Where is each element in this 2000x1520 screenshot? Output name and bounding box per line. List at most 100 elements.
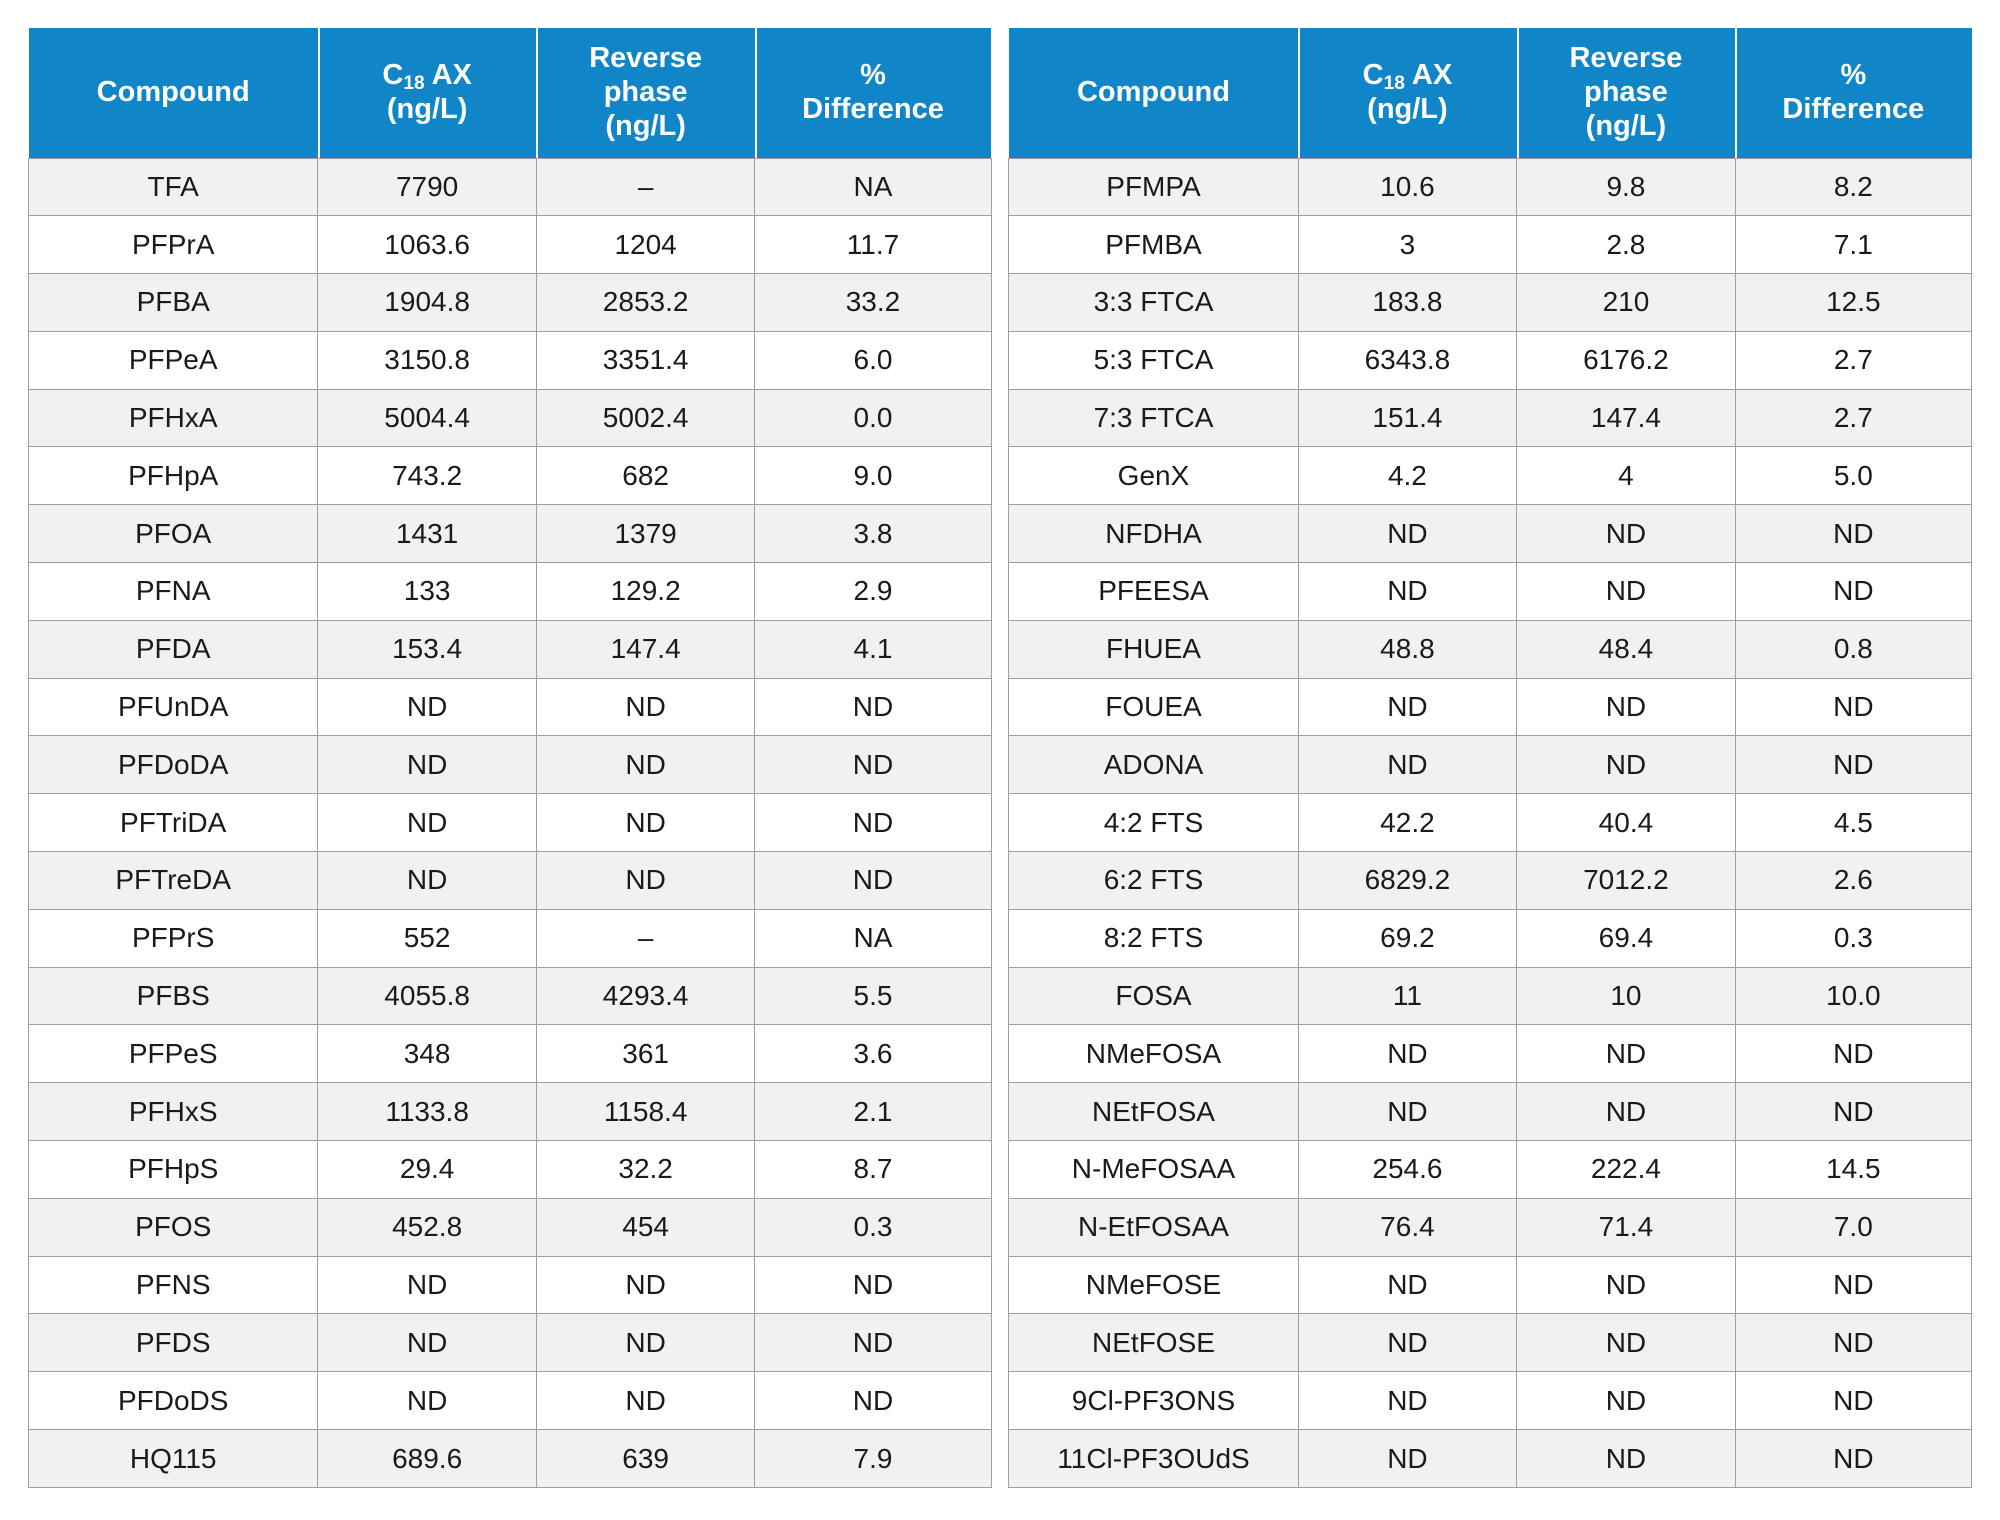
cell-left-reverse-phase: –	[535, 157, 756, 217]
cell-right-reverse-phase: 4	[1516, 446, 1736, 506]
cell-right-pct-difference: 2.6	[1734, 851, 1973, 910]
cell-right-compound: 3:3 FTCA	[1008, 273, 1299, 332]
cell-right-c18ax: ND	[1297, 1371, 1518, 1431]
table-row: TFA 7790– NA PFMPA 10.6 9.8 8.2	[27, 157, 1973, 217]
cell-right-pct-difference: ND	[1734, 735, 1973, 795]
cell-right-pct-difference: 12.5	[1734, 273, 1973, 332]
cell-left-reverse-phase: 129.2	[535, 562, 756, 621]
table-row: PFHxA 5004.4 5002.4 0.0 7:3 FTCA 151.4 147.4 2.…	[27, 388, 1973, 448]
cell-right-pct-difference: ND	[1734, 562, 1973, 621]
pfas-comparison-table: Compound C18 AX (ng/L) Reverse phase (ng/L)…	[27, 28, 1973, 1488]
cell-right-pct-difference: 14.5	[1734, 1140, 1973, 1199]
cell-column-gap	[990, 1198, 1010, 1257]
cell-right-reverse-phase: ND	[1516, 1255, 1736, 1315]
cell-column-gap	[990, 851, 1010, 910]
header-pct-difference-left-label: % Difference	[802, 59, 944, 125]
cell-left-reverse-phase: 1204	[535, 215, 756, 275]
cell-left-reverse-phase: 454	[535, 1197, 756, 1257]
cell-left-pct-difference: 8.7	[754, 1140, 992, 1199]
cell-column-gap	[990, 1371, 1010, 1430]
cell-right-c18ax: ND	[1297, 1255, 1518, 1315]
cell-left-reverse-phase: 682	[535, 446, 756, 506]
cell-right-c18ax: ND	[1297, 677, 1518, 737]
cell-right-reverse-phase: 147.4	[1516, 388, 1736, 448]
header-c18ax-right-label: C18 AX (ng/L)	[1362, 59, 1453, 125]
table-row: PFNS ND ND ND NMeFOSE ND ND ND	[27, 1255, 1973, 1315]
cell-right-reverse-phase: ND	[1516, 735, 1736, 795]
header-compound-left-label: Compound	[96, 75, 250, 108]
cell-right-reverse-phase: 210	[1516, 273, 1736, 332]
cell-right-pct-difference: ND	[1734, 1313, 1973, 1373]
cell-right-compound: NEtFOSA	[1008, 1082, 1299, 1142]
cell-right-c18ax: 183.8	[1297, 273, 1518, 332]
cell-left-reverse-phase: 4293.4	[535, 966, 756, 1026]
cell-right-c18ax: 76.4	[1297, 1197, 1518, 1257]
cell-right-pct-difference: 2.7	[1734, 330, 1973, 390]
cell-right-compound: GenX	[1008, 446, 1299, 506]
cell-column-gap	[990, 1429, 1010, 1488]
cell-right-reverse-phase: ND	[1516, 1082, 1736, 1142]
header-c18ax-right: C18 AX (ng/L)	[1298, 28, 1517, 158]
cell-left-pct-difference: 33.2	[754, 273, 992, 332]
cell-column-gap	[990, 1256, 1010, 1314]
cell-left-compound: HQ115	[27, 1429, 319, 1488]
table-row: PFDoDS ND ND ND 9Cl-PF3ONS ND ND ND	[27, 1371, 1973, 1431]
cell-right-pct-difference: 2.7	[1734, 388, 1973, 448]
cell-left-reverse-phase: ND	[535, 851, 756, 910]
cell-column-gap	[990, 215, 1010, 274]
cell-right-reverse-phase: 7012.2	[1516, 851, 1736, 910]
cell-column-gap	[990, 967, 1010, 1025]
cell-column-gap	[990, 562, 1010, 621]
cell-right-compound: PFEESA	[1008, 562, 1299, 621]
cell-left-compound: PFDA	[27, 619, 319, 679]
cell-right-pct-difference: ND	[1734, 1024, 1973, 1084]
table-row: PFTreDA ND ND ND 6:2 FTS 6829.2 7012.2 2.6	[27, 851, 1973, 910]
cell-left-reverse-phase: –	[535, 908, 756, 968]
cell-left-compound: PFNS	[27, 1255, 319, 1315]
cell-right-c18ax: ND	[1297, 562, 1518, 621]
cell-right-c18ax: ND	[1297, 735, 1518, 795]
cell-left-c18ax: 348	[317, 1024, 537, 1084]
cell-right-pct-difference: ND	[1734, 677, 1973, 737]
cell-right-compound: FHUEA	[1008, 619, 1299, 679]
cell-left-c18ax: 1133.8	[317, 1082, 537, 1142]
cell-left-c18ax: 3150.8	[317, 330, 537, 390]
cell-right-pct-difference: ND	[1734, 504, 1973, 564]
cell-column-gap	[990, 446, 1010, 505]
table-row: PFDoDA ND ND ND ADONA ND ND ND	[27, 735, 1973, 795]
cell-left-pct-difference: 3.8	[754, 504, 992, 564]
cell-right-reverse-phase: 40.4	[1516, 793, 1736, 853]
cell-left-c18ax: 689.6	[317, 1429, 537, 1488]
cell-left-pct-difference: 2.1	[754, 1082, 992, 1142]
cell-right-pct-difference: ND	[1734, 1429, 1973, 1488]
cell-right-c18ax: ND	[1297, 504, 1518, 564]
cell-right-reverse-phase: ND	[1516, 504, 1736, 564]
cell-left-reverse-phase: 639	[535, 1429, 756, 1488]
cell-right-c18ax: 69.2	[1297, 908, 1518, 968]
cell-left-reverse-phase: ND	[535, 1371, 756, 1431]
cell-left-compound: PFPeS	[27, 1024, 319, 1084]
cell-left-c18ax: 133	[317, 562, 537, 621]
header-pct-difference-left: % Difference	[754, 28, 992, 158]
cell-left-compound: TFA	[27, 157, 319, 217]
cell-left-compound: PFOS	[27, 1197, 319, 1257]
table-row: PFOA 1431 1379 3.8 NFDHA ND ND ND	[27, 504, 1973, 564]
cell-left-reverse-phase: 147.4	[535, 619, 756, 679]
cell-left-c18ax: 1904.8	[317, 273, 537, 332]
cell-right-pct-difference: 10.0	[1734, 966, 1973, 1026]
cell-left-compound: PFDS	[27, 1313, 319, 1373]
cell-left-reverse-phase: 1379	[535, 504, 756, 564]
cell-left-c18ax: 452.8	[317, 1197, 537, 1257]
header-reverse-phase-left-label: Reverse phase (ng/L)	[589, 42, 703, 142]
cell-left-c18ax: ND	[317, 793, 537, 853]
cell-left-pct-difference: 7.9	[754, 1429, 992, 1488]
cell-right-reverse-phase: ND	[1516, 677, 1736, 737]
cell-left-pct-difference: NA	[754, 157, 992, 217]
cell-left-c18ax: ND	[317, 1255, 537, 1315]
cell-left-c18ax: ND	[317, 1371, 537, 1431]
cell-left-pct-difference: ND	[754, 735, 992, 795]
cell-column-gap	[990, 1082, 1010, 1141]
cell-left-reverse-phase: ND	[535, 1313, 756, 1373]
table-row: PFBA 1904.8 2853.2 33.2 3:3 FTCA 183.8 210 12.5	[27, 273, 1973, 332]
header-c18ax-left: C18 AX (ng/L)	[317, 28, 537, 158]
